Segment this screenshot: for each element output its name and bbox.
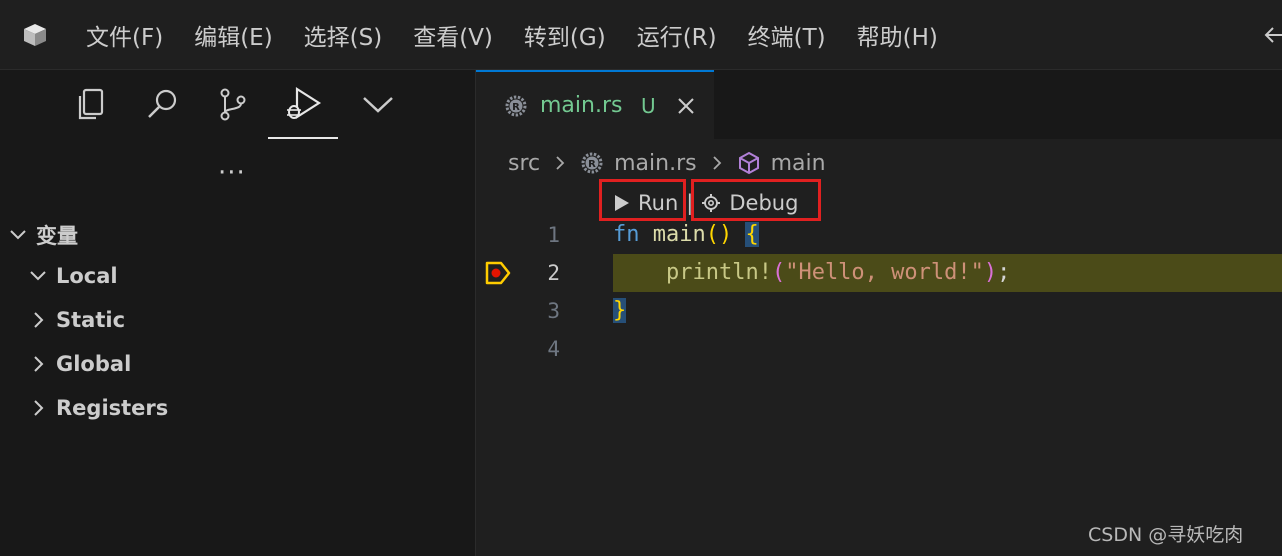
line-number-current: 2 (547, 261, 560, 285)
menu-run[interactable]: 运行(R) (637, 18, 717, 52)
menu-bar: 文件(F) 编辑(E) 选择(S) 查看(V) 转到(G) 运行(R) 终端(T… (0, 0, 1282, 70)
semicolon-token: ; (997, 260, 1011, 285)
brace-token: { (745, 222, 759, 247)
indent-token (613, 260, 666, 285)
back-arrow-icon[interactable] (1262, 20, 1282, 50)
menu-edit[interactable]: 编辑(E) (194, 18, 272, 52)
menu-items: 文件(F) 编辑(E) 选择(S) 查看(V) 转到(G) 运行(R) 终端(T… (86, 0, 969, 69)
menu-terminal[interactable]: 终端(T) (748, 18, 826, 52)
chevron-down-icon (10, 230, 26, 240)
chevron-down-icon[interactable] (358, 84, 398, 124)
variables-section-header[interactable]: 变量 (8, 220, 78, 250)
paren-token: ) (983, 260, 998, 285)
breadcrumb-folder[interactable]: src (508, 151, 540, 176)
debug-highlight-box (691, 179, 821, 221)
menu-help[interactable]: 帮助(H) (857, 18, 938, 52)
code-line-2[interactable]: println!("Hello, world!"); (613, 254, 1010, 292)
macro-token: println! (665, 260, 772, 285)
chevron-right-icon (34, 400, 44, 416)
variable-scope-local[interactable]: Local (28, 264, 118, 288)
function-name-token: main (652, 222, 706, 247)
line-number: 1 (547, 223, 560, 247)
paren-token: () (705, 222, 733, 247)
variable-scope-label: Static (56, 308, 126, 332)
tab-bar: R main.rs U (476, 70, 1282, 139)
menu-file[interactable]: 文件(F) (86, 18, 163, 52)
sidebar: ··· 变量 Local Static Global Registers (0, 70, 476, 556)
tab-main-rs[interactable]: R main.rs U (476, 70, 714, 139)
variables-header-label: 变量 (36, 224, 78, 248)
line-number: 4 (547, 337, 560, 361)
breadcrumb-symbol[interactable]: main (771, 151, 826, 176)
line-number: 3 (547, 299, 560, 323)
source-control-icon[interactable] (213, 84, 253, 124)
untracked-badge: U (641, 94, 656, 118)
keyword-token: fn (613, 222, 640, 247)
activity-bar (0, 70, 475, 140)
app-logo-icon (24, 24, 46, 46)
chevron-down-icon (30, 271, 46, 281)
menu-selection[interactable]: 选择(S) (304, 18, 383, 52)
menu-go[interactable]: 转到(G) (524, 18, 606, 52)
chevron-right-icon (556, 156, 565, 170)
rust-file-icon: R (505, 95, 527, 117)
brace-token: } (613, 298, 627, 323)
variable-scope-label: Global (56, 352, 132, 376)
svg-text:R: R (588, 159, 596, 170)
menu-view[interactable]: 查看(V) (413, 18, 493, 52)
search-icon[interactable] (143, 84, 183, 124)
symbol-method-icon (738, 151, 759, 175)
tab-label: main.rs (540, 93, 623, 118)
variable-scope-label: Registers (56, 396, 169, 420)
run-debug-icon[interactable] (283, 84, 323, 124)
editor-area: R main.rs U src R main.rs main Run | Deb… (476, 70, 1282, 556)
code-line-1[interactable]: fn main() { (613, 216, 759, 254)
run-highlight-box (599, 179, 686, 221)
chevron-right-icon (712, 156, 721, 170)
variable-scope-registers[interactable]: Registers (28, 396, 168, 420)
active-view-indicator (268, 137, 338, 139)
svg-text:R: R (512, 102, 520, 113)
variable-scope-global[interactable]: Global (28, 352, 131, 376)
breadcrumb-file[interactable]: main.rs (614, 151, 696, 176)
variable-scope-label: Local (56, 264, 118, 288)
explorer-icon[interactable] (72, 84, 112, 124)
string-token: "Hello, world!" (785, 260, 984, 285)
variable-scope-static[interactable]: Static (28, 308, 125, 332)
paren-token: ( (771, 260, 786, 285)
watermark: CSDN @寻妖吃肉 (1088, 524, 1244, 546)
breadcrumb: src R main.rs main (508, 148, 826, 178)
code-line-3[interactable]: } (613, 292, 627, 330)
chevron-right-icon (34, 356, 44, 372)
more-actions-button[interactable]: ··· (218, 158, 246, 188)
breakpoint-current-icon[interactable] (484, 260, 512, 286)
rust-file-icon: R (581, 152, 603, 174)
chevron-right-icon (34, 312, 44, 328)
close-icon[interactable] (676, 96, 696, 116)
